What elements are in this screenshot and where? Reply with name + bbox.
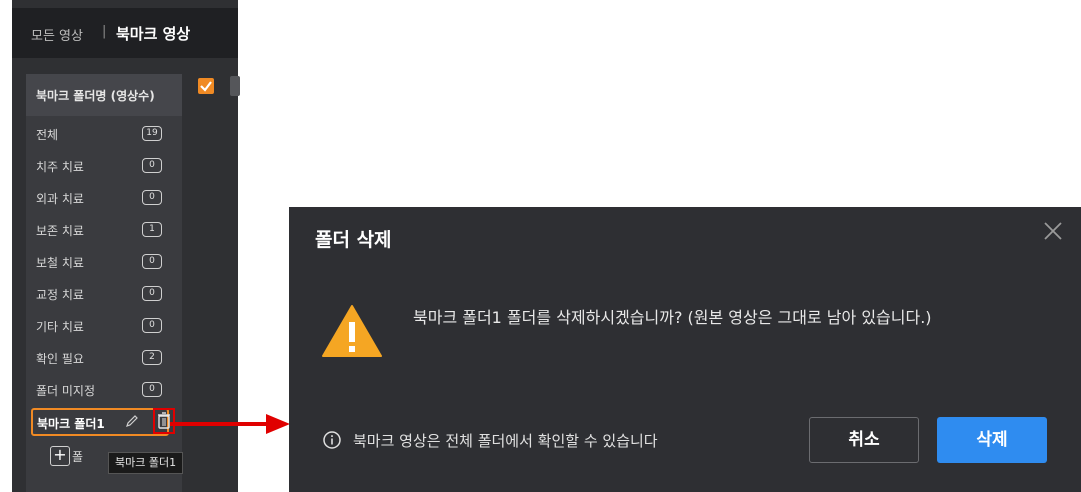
tab-bookmark-videos[interactable]: 북마크 영상 [116,23,190,44]
folder-count-badge: 0 [142,158,162,173]
folder-name: 확인 필요 [36,352,84,366]
folder-count-badge: 0 [142,382,162,397]
folder-panel-title: 북마크 폴더명 (영상수) [36,89,155,103]
folder-count-badge: 0 [142,254,162,269]
folder-item-all[interactable]: 전체 19 [26,118,182,148]
select-all-checkbox[interactable] [198,78,214,94]
add-folder-button[interactable]: + [50,446,70,466]
header-bar: 모든 영상 | 북마크 영상 [12,8,238,58]
folder-item[interactable]: 보존 치료 1 [26,214,182,244]
folder-count-badge: 0 [142,286,162,301]
dialog-title: 폴더 삭제 [315,229,392,251]
folder-panel-header: 북마크 폴더명 (영상수) [26,74,182,116]
close-icon[interactable] [1039,217,1067,245]
info-icon [323,431,341,449]
folder-count-badge: 0 [142,318,162,333]
folder-name: 보철 치료 [36,256,84,270]
warning-icon [322,305,382,357]
folder-item[interactable]: 교정 치료 0 [26,278,182,308]
tab-all-videos[interactable]: 모든 영상 [31,25,83,44]
folder-count-badge: 1 [142,222,162,237]
folder-item-selected[interactable]: 북마크 폴더1 [31,408,175,436]
check-icon [200,81,212,92]
pointer-arrow-icon [170,414,290,434]
toolbar-button-partial[interactable] [230,76,240,96]
folder-name: 기타 치료 [36,320,84,334]
folder-item[interactable]: 확인 필요 2 [26,342,182,372]
cancel-button[interactable]: 취소 [809,417,919,463]
folder-name-tooltip: 북마크 폴더1 [108,452,184,474]
folder-name: 외과 치료 [36,192,84,206]
folder-count-badge: 2 [142,350,162,365]
delete-button[interactable]: 삭제 [937,417,1047,463]
folder-count-badge: 19 [142,126,162,141]
delete-folder-dialog: 폴더 삭제 북마크 폴더1 폴더를 삭제하시겠습니까? (원본 영상은 그대로 … [289,207,1081,492]
folder-name: 폴더 미지정 [36,384,96,398]
folder-name: 교정 치료 [36,288,84,302]
add-folder-label: 폴 [72,450,84,464]
folder-item[interactable]: 보철 치료 0 [26,246,182,276]
folder-item[interactable]: 폴더 미지정 0 [26,374,182,404]
folder-name: 북마크 폴더1 [37,417,105,431]
dialog-info-text: 북마크 영상은 전체 폴더에서 확인할 수 있습니다 [353,432,658,450]
folder-item[interactable]: 외과 치료 0 [26,182,182,212]
folder-name: 전체 [36,128,59,142]
dialog-message: 북마크 폴더1 폴더를 삭제하시겠습니까? (원본 영상은 그대로 남아 있습니… [413,308,932,327]
bookmark-folder-panel: 북마크 폴더명 (영상수) 전체 19 치주 치료 0 외과 치료 0 보존 치… [26,74,184,492]
folder-name: 보존 치료 [36,224,84,238]
folder-count-badge: 0 [142,190,162,205]
folder-item[interactable]: 기타 치료 0 [26,310,182,340]
edit-pencil-icon[interactable] [125,414,139,428]
folder-item[interactable]: 치주 치료 0 [26,150,182,180]
folder-name: 치주 치료 [36,160,84,174]
tab-separator: | [102,24,107,39]
